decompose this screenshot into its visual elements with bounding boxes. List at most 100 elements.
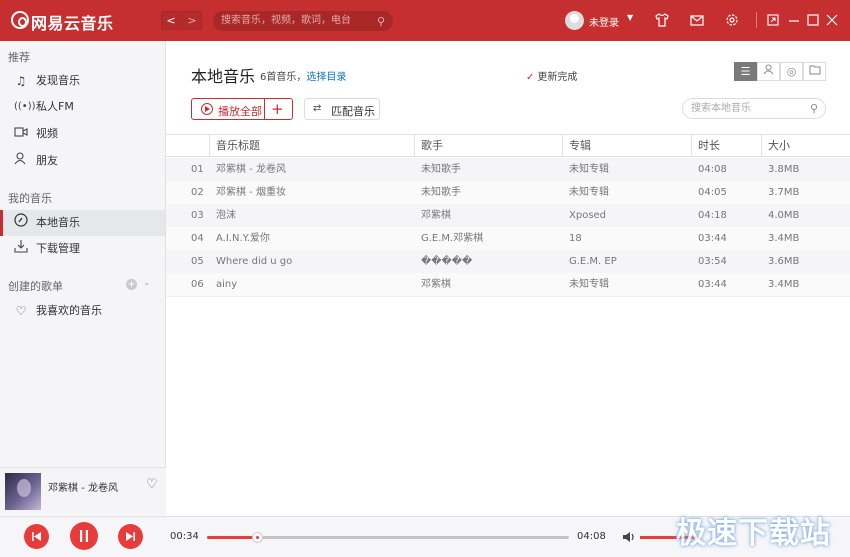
row-size: 3.4MB xyxy=(768,233,800,244)
col-artist[interactable]: 歌手 xyxy=(414,135,562,156)
table-row[interactable]: 05 Where did u go ����� G.E.M. EP 03:54 … xyxy=(166,250,850,273)
sync-icon: ⇄ xyxy=(313,103,322,114)
global-search-placeholder: 搜索音乐，视频，歌词，电台 xyxy=(221,15,351,26)
col-album[interactable]: 专辑 xyxy=(562,135,691,156)
next-button[interactable] xyxy=(118,524,143,549)
sidebar-item-label: 下载管理 xyxy=(36,242,80,255)
row-index: 06 xyxy=(191,279,204,290)
row-index: 04 xyxy=(191,233,204,244)
artist-view-button[interactable] xyxy=(757,62,780,81)
search-icon[interactable]: ⚲ xyxy=(377,12,385,32)
list-view-button[interactable]: ☰ xyxy=(734,62,757,81)
row-index: 01 xyxy=(191,164,204,175)
row-album[interactable]: G.E.M. EP xyxy=(569,250,617,273)
table-row[interactable]: 01 邓紫棋 - 龙卷风 未知歌手 未知专辑 04:08 3.8MB xyxy=(166,158,850,181)
row-artist[interactable]: 未知歌手 xyxy=(421,181,461,204)
row-index: 03 xyxy=(191,210,204,221)
sidebar-item-label: 发现音乐 xyxy=(36,74,80,87)
col-title[interactable]: 音乐标题 xyxy=(209,135,414,156)
video-icon xyxy=(14,121,28,147)
table-row[interactable]: 02 邓紫棋 - 烟重妆 未知歌手 未知专辑 04:05 3.7MB xyxy=(166,181,850,204)
netease-logo-icon xyxy=(11,11,29,29)
row-artist[interactable]: ����� xyxy=(421,250,472,273)
watermark-text: 极速下载站 xyxy=(676,516,831,551)
sidebar-item-label: 私人FM xyxy=(36,100,74,113)
back-button[interactable]: < xyxy=(161,11,181,30)
table-row[interactable]: 03 泡沫 邓紫棋 Xposed 04:18 4.0MB xyxy=(166,204,850,227)
now-playing-title[interactable]: 邓紫棋 - 龙卷风 xyxy=(48,479,118,494)
like-heart-icon[interactable]: ♡ xyxy=(146,477,158,492)
add-playlist-icon[interactable]: + xyxy=(126,279,137,290)
table-row[interactable]: 06 ainy 邓紫棋 未知专辑 03:44 3.4MB xyxy=(166,273,850,296)
folder-view-button[interactable] xyxy=(803,62,826,81)
row-size: 3.6MB xyxy=(768,256,800,267)
sidebar-item-video[interactable]: 视频 xyxy=(0,121,165,147)
close-icon[interactable] xyxy=(824,12,840,28)
volume-icon[interactable] xyxy=(622,530,636,548)
row-duration: 03:54 xyxy=(698,256,727,267)
row-duration: 03:44 xyxy=(698,279,727,290)
album-cover[interactable] xyxy=(5,473,41,510)
titlebar-divider xyxy=(756,12,757,28)
play-all-divider xyxy=(264,99,265,119)
maximize-icon[interactable] xyxy=(805,12,821,28)
add-to-queue-icon[interactable]: + xyxy=(271,100,284,118)
total-time: 04:08 xyxy=(577,531,606,542)
sidebar-item-local-music[interactable]: 本地音乐 xyxy=(0,210,165,236)
sidebar-item-discover[interactable]: ♫ 发现音乐 xyxy=(0,68,165,94)
match-music-button[interactable]: ⇄ 匹配音乐 xyxy=(304,98,380,120)
mail-icon[interactable] xyxy=(689,12,705,28)
update-status-text: 更新完成 xyxy=(537,72,578,83)
row-title: ainy xyxy=(216,279,238,290)
row-album[interactable]: 未知专辑 xyxy=(569,181,609,204)
search-icon[interactable]: ⚲ xyxy=(810,99,818,118)
sidebar-item-label: 视频 xyxy=(36,127,58,140)
row-artist[interactable]: 邓紫棋 xyxy=(421,273,451,296)
row-duration: 04:05 xyxy=(698,187,727,198)
row-artist[interactable]: 未知歌手 xyxy=(421,158,461,181)
check-icon: ✓ xyxy=(526,72,535,83)
user-avatar[interactable] xyxy=(565,11,584,30)
table-row[interactable]: 04 A.I.N.Y.爱你 G.E.M.邓紫棋 18 03:44 3.4MB xyxy=(166,227,850,250)
sidebar-item-label: 朋友 xyxy=(36,154,58,167)
skin-icon[interactable] xyxy=(654,12,670,28)
download-icon xyxy=(14,236,28,262)
row-index: 02 xyxy=(191,187,204,198)
play-circle-icon xyxy=(201,103,213,115)
user-dropdown-icon[interactable]: ▼ xyxy=(627,13,633,22)
row-duration: 03:44 xyxy=(698,233,727,244)
mini-mode-icon[interactable] xyxy=(765,12,781,28)
row-album[interactable]: Xposed xyxy=(569,204,606,227)
forward-button[interactable]: > xyxy=(182,11,202,30)
row-size: 3.4MB xyxy=(768,279,800,290)
app-name: 网易云音乐 xyxy=(31,14,114,33)
play-all-button[interactable]: 播放全部 + xyxy=(191,98,293,120)
login-link[interactable]: 未登录 xyxy=(589,14,619,29)
row-artist[interactable]: G.E.M.邓紫棋 xyxy=(421,227,483,250)
col-size[interactable]: 大小 xyxy=(761,135,850,156)
previous-button[interactable] xyxy=(24,524,49,549)
sidebar-item-fm[interactable]: ((•)) 私人FM xyxy=(0,94,165,120)
sidebar-item-downloads[interactable]: 下载管理 xyxy=(0,236,165,262)
row-title: 邓紫棋 - 龙卷风 xyxy=(216,164,286,175)
row-artist[interactable]: 邓紫棋 xyxy=(421,204,451,227)
collapse-chevron-icon[interactable]: ⌄ xyxy=(143,278,151,288)
local-search-input[interactable]: 搜索本地音乐 ⚲ xyxy=(682,98,826,119)
global-search-input[interactable]: 搜索音乐，视频，歌词，电台 ⚲ xyxy=(213,11,393,31)
row-album[interactable]: 未知专辑 xyxy=(569,273,609,296)
minimize-icon[interactable] xyxy=(786,12,802,28)
progress-knob[interactable] xyxy=(252,532,263,543)
pause-button[interactable] xyxy=(70,522,98,550)
row-album[interactable]: 未知专辑 xyxy=(569,158,609,181)
disc-icon xyxy=(14,210,28,236)
album-view-button[interactable]: ◎ xyxy=(780,62,803,81)
choose-directory-link[interactable]: 选择目录 xyxy=(306,72,346,83)
local-search-placeholder: 搜索本地音乐 xyxy=(691,103,751,114)
row-title: 邓紫棋 - 烟重妆 xyxy=(216,187,286,198)
settings-icon[interactable] xyxy=(724,12,740,28)
sidebar-item-liked-music[interactable]: ♡ 我喜欢的音乐 xyxy=(0,298,165,324)
col-duration[interactable]: 时长 xyxy=(691,135,761,156)
row-album[interactable]: 18 xyxy=(569,227,582,250)
row-size: 3.8MB xyxy=(768,164,800,175)
sidebar-item-friends[interactable]: 朋友 xyxy=(0,148,165,174)
